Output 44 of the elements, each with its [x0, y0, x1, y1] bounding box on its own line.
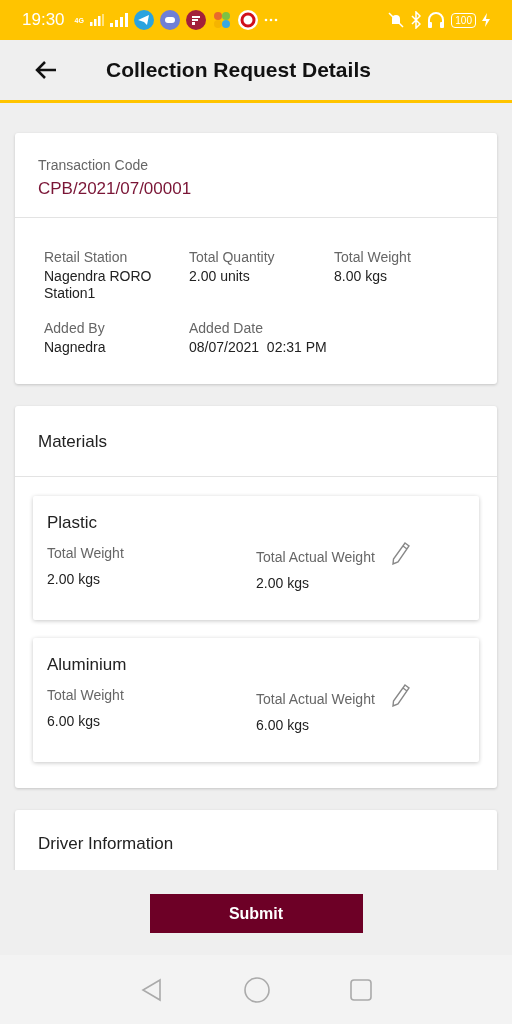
field-label: Total Weight: [47, 545, 125, 561]
signal-icon: [89, 14, 104, 26]
field-value: 6.00 kgs: [47, 713, 101, 729]
field-label: Added Date: [189, 320, 264, 336]
field-label: Retail Station: [44, 249, 129, 265]
field-value: Nagendra RORO Station1: [44, 268, 153, 302]
field-value: Nagnedra: [44, 339, 107, 356]
field-label: Total Quantity: [189, 249, 276, 265]
ring-icon: [237, 10, 258, 30]
plane-icon: [133, 10, 154, 30]
lines-icon: [185, 10, 206, 30]
field-label: Total Weight: [334, 249, 412, 265]
signal-icon: [109, 13, 128, 27]
status-time: 19:30: [22, 10, 65, 30]
battery-level: 100: [451, 12, 476, 28]
field-label: Total Actual Weight: [256, 549, 375, 565]
field-value: 2.00 kgs: [47, 571, 101, 587]
page-title: Collection Request Details: [106, 58, 371, 82]
field-value: 2.00 units: [189, 268, 251, 285]
headphones-icon: [427, 11, 446, 29]
field-value: 2.00 kgs: [256, 575, 310, 591]
material-name: Plastic: [47, 513, 99, 533]
field-label: Added By: [44, 320, 106, 336]
more-icon: [263, 18, 278, 22]
field-value: 8.00 kgs: [334, 268, 388, 285]
edit-button[interactable]: [390, 541, 411, 565]
recents-nav-button[interactable]: [350, 978, 372, 1001]
field-label: Total Actual Weight: [256, 691, 375, 707]
field-value: 08/07/2021 02:31 PM: [189, 339, 328, 356]
bluetooth-icon: [411, 11, 422, 29]
transaction-code: CPB/2021/07/00001: [38, 179, 193, 199]
charging-icon: [482, 13, 490, 27]
submit-button[interactable]: Submit: [149, 894, 363, 933]
material-name: Aluminium: [47, 655, 128, 675]
section-title: Driver Information: [37, 833, 175, 855]
petals-icon: [211, 10, 232, 30]
field-value: 6.00 kgs: [256, 717, 310, 733]
edit-button[interactable]: [390, 683, 411, 707]
back-button[interactable]: [34, 60, 58, 80]
home-nav-button[interactable]: [244, 976, 270, 1003]
field-label: Transaction Code: [38, 157, 149, 173]
field-label: Total Weight: [47, 687, 125, 703]
back-nav-button[interactable]: [140, 977, 164, 1002]
section-title: Materials: [15, 406, 497, 477]
